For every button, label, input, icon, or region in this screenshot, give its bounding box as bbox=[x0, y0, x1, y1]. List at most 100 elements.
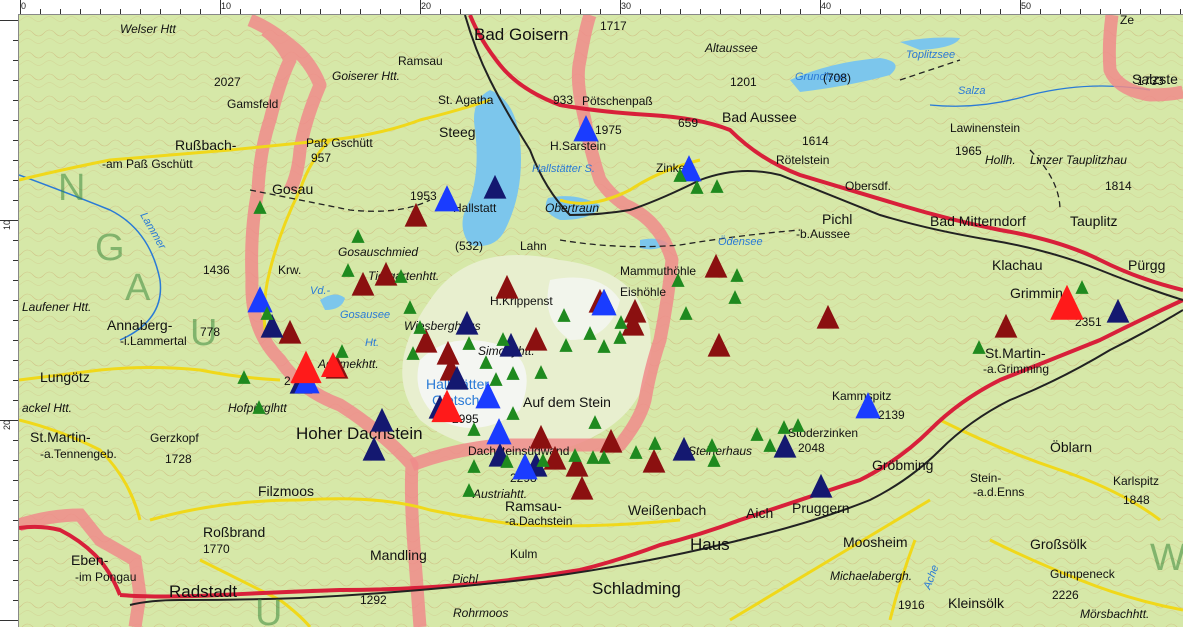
place-label[interactable]: Hollh. bbox=[985, 153, 1016, 167]
place-label[interactable]: Pichl bbox=[822, 211, 852, 227]
place-label[interactable]: Kulm bbox=[510, 547, 537, 561]
place-label[interactable]: Pruggern bbox=[792, 500, 850, 516]
ruler-tick bbox=[1060, 9, 1061, 14]
place-label[interactable]: -a.Dachstein bbox=[505, 514, 572, 528]
place-label[interactable]: Auf dem Stein bbox=[523, 394, 611, 410]
place-label[interactable]: -a.Tennengeb. bbox=[40, 447, 117, 461]
elevation-label: 1814 bbox=[1105, 179, 1132, 193]
place-label[interactable]: Linzer Tauplitzhau bbox=[1030, 153, 1127, 167]
ruler-top-label: 10 bbox=[221, 1, 232, 11]
place-label[interactable]: Lahn bbox=[520, 239, 547, 253]
place-label[interactable]: Ramsau bbox=[398, 54, 443, 68]
place-label[interactable]: -a.d.Enns bbox=[973, 485, 1024, 499]
place-label[interactable]: Mandling bbox=[370, 547, 427, 563]
place-label[interactable]: Kammspitz bbox=[832, 389, 891, 403]
ruler-tick bbox=[13, 380, 18, 381]
ruler-tick bbox=[920, 9, 921, 14]
place-label[interactable]: Karlspitz bbox=[1113, 474, 1159, 488]
place-label[interactable]: St. Agatha bbox=[438, 93, 494, 107]
place-label[interactable]: -am Paß Gschütt bbox=[102, 157, 193, 171]
ruler-tick bbox=[640, 9, 641, 14]
place-label[interactable]: Gröbming bbox=[872, 457, 933, 473]
place-label[interactable]: Pötschenpaß bbox=[582, 94, 653, 108]
place-label[interactable]: Gumpeneck bbox=[1050, 567, 1116, 581]
place-label[interactable]: Öblarn bbox=[1050, 438, 1092, 455]
ruler-tick bbox=[400, 9, 401, 14]
place-label[interactable]: Gamsfeld bbox=[227, 97, 278, 111]
ruler-tick bbox=[620, 0, 621, 14]
topographic-map[interactable]: N G A U U W Hallstätter S. Grundlsee Top… bbox=[19, 15, 1183, 627]
place-label[interactable]: Michaelabergh. bbox=[830, 569, 912, 583]
place-label[interactable]: Moosheim bbox=[843, 534, 908, 550]
place-label[interactable]: Weißenbach bbox=[628, 502, 706, 518]
place-label[interactable]: Gerzkopf bbox=[150, 431, 199, 445]
elevation-label: 1292 bbox=[360, 593, 387, 607]
place-label[interactable]: Tauplitz bbox=[1070, 213, 1117, 229]
place-label[interactable]: Eishöhle bbox=[620, 285, 666, 299]
place-label[interactable]: Hallstatt bbox=[453, 201, 497, 215]
ruler-tick bbox=[13, 400, 18, 401]
place-label[interactable]: -a.Grimming bbox=[983, 362, 1049, 376]
ruler-tick bbox=[780, 9, 781, 14]
place-label[interactable]: Laufener Htt. bbox=[22, 300, 91, 314]
ruler-top-label: 50 bbox=[1021, 1, 1032, 11]
place-label[interactable]: Obersdf. bbox=[845, 179, 891, 193]
place-label[interactable]: Altaussee bbox=[704, 41, 758, 55]
elevation-label: 2226 bbox=[1052, 588, 1079, 602]
place-label[interactable]: -im Pongau bbox=[75, 570, 136, 584]
place-label[interactable]: St.Martin- bbox=[985, 345, 1046, 361]
place-label[interactable]: Kleinsölk bbox=[948, 595, 1005, 611]
place-label[interactable]: -i.Lammertal bbox=[120, 334, 187, 348]
ruler-tick bbox=[380, 9, 381, 14]
place-label[interactable]: Großsölk bbox=[1030, 536, 1088, 552]
water-label: Gosausee bbox=[340, 309, 390, 321]
ruler-tick bbox=[0, 220, 18, 221]
place-label[interactable]: Hoher Dachstein bbox=[296, 424, 423, 443]
place-label[interactable]: Bad Mitterndorf bbox=[930, 213, 1026, 229]
place-label[interactable]: Klachau bbox=[992, 257, 1043, 273]
place-label[interactable]: Roßbrand bbox=[203, 524, 265, 540]
place-label[interactable]: Schladming bbox=[592, 579, 681, 598]
place-label[interactable]: Haus bbox=[690, 535, 730, 554]
place-label[interactable]: Obertraun bbox=[545, 201, 599, 215]
elevation-label: 1770 bbox=[203, 542, 230, 556]
place-label[interactable]: Lawinenstein bbox=[950, 121, 1020, 135]
place-label[interactable]: Gosau bbox=[272, 181, 313, 197]
elevation-label: 1975 bbox=[595, 123, 622, 137]
place-label[interactable]: Eben- bbox=[71, 552, 109, 568]
place-label[interactable]: Aich bbox=[746, 505, 773, 521]
place-label[interactable]: Mammuthöhle bbox=[620, 264, 696, 278]
place-label[interactable]: St.Martin- bbox=[30, 429, 91, 445]
place-label[interactable]: Lungötz bbox=[40, 369, 90, 385]
place-label[interactable]: Radstadt bbox=[169, 582, 237, 601]
place-label[interactable]: ackel Htt. bbox=[22, 401, 72, 415]
place-label[interactable]: Filzmoos bbox=[258, 483, 314, 499]
place-label[interactable]: Steinerhaus bbox=[688, 444, 752, 458]
place-label[interactable]: Mörsbachhtt. bbox=[1080, 607, 1149, 621]
place-label[interactable]: Krw. bbox=[278, 263, 301, 277]
place-label[interactable]: Paß Gschütt bbox=[306, 136, 373, 150]
place-label[interactable]: Rötelstein bbox=[776, 153, 829, 167]
ruler-tick bbox=[760, 9, 761, 14]
place-label[interactable]: Pürgg bbox=[1128, 257, 1165, 273]
elevation-label: (532) bbox=[455, 239, 483, 253]
ruler-tick bbox=[900, 9, 901, 14]
place-label[interactable]: Steeg bbox=[439, 124, 476, 140]
place-label[interactable]: Bad Goisern bbox=[474, 25, 569, 44]
place-label[interactable]: Gosauschmied bbox=[338, 245, 418, 259]
place-label[interactable]: Annaberg- bbox=[107, 317, 173, 333]
place-label[interactable]: Pichl bbox=[452, 572, 478, 586]
place-label[interactable]: Rußbach- bbox=[175, 137, 237, 153]
place-label[interactable]: Stein- bbox=[970, 471, 1001, 485]
ruler-tick bbox=[13, 180, 18, 181]
ruler-tick bbox=[13, 320, 18, 321]
place-label[interactable]: Ramsau- bbox=[505, 498, 562, 514]
place-label[interactable]: Goiserer Htt. bbox=[332, 69, 400, 83]
region-letter: N bbox=[58, 167, 85, 209]
place-label[interactable]: Welser Htt bbox=[120, 22, 176, 36]
place-label[interactable]: Bad Aussee bbox=[722, 109, 797, 125]
elevation-label: 957 bbox=[311, 151, 331, 165]
place-label[interactable]: -b.Aussee bbox=[796, 227, 850, 241]
place-label[interactable]: Rohrmoos bbox=[453, 606, 508, 620]
ruler-top-label: 0 bbox=[21, 1, 27, 11]
